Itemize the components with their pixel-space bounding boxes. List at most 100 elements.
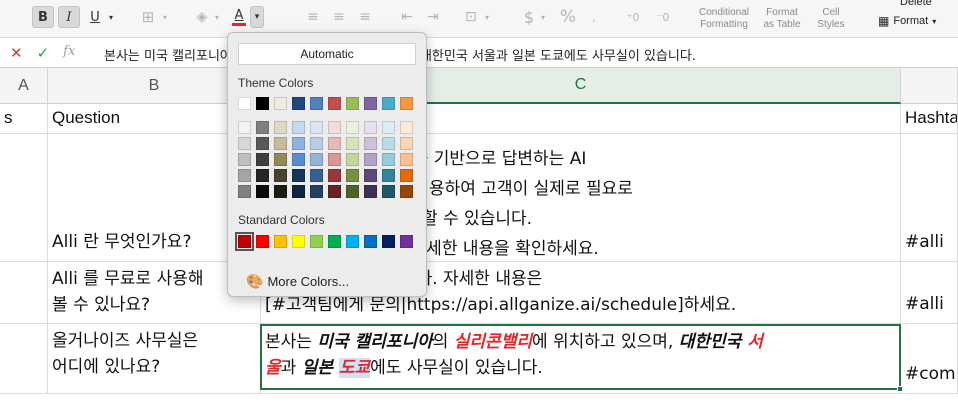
theme-color-swatch[interactable] <box>292 97 305 110</box>
theme-shade-swatch[interactable] <box>364 121 377 134</box>
theme-shade-swatch[interactable] <box>292 153 305 166</box>
borders-icon[interactable]: ⊞ <box>138 6 158 28</box>
standard-color-swatch[interactable] <box>310 235 323 248</box>
theme-shade-swatch[interactable] <box>328 185 341 198</box>
currency-button[interactable]: $ <box>522 6 536 28</box>
theme-shade-swatch[interactable] <box>400 169 413 182</box>
theme-shade-swatch[interactable] <box>310 137 323 150</box>
theme-shade-swatch[interactable] <box>382 121 395 134</box>
theme-shade-swatch[interactable] <box>328 169 341 182</box>
theme-color-swatch[interactable] <box>328 97 341 110</box>
underline-button[interactable]: U <box>86 6 104 28</box>
cell-a-header[interactable]: s <box>0 104 48 134</box>
theme-shade-swatch[interactable] <box>328 137 341 150</box>
merge-icon[interactable]: ⊡ <box>462 6 480 28</box>
decrease-decimal-icon[interactable]: ⁻0 <box>652 6 674 28</box>
theme-shade-swatch[interactable] <box>382 137 395 150</box>
theme-shade-swatch[interactable] <box>328 121 341 134</box>
fx-icon[interactable]: fx <box>63 44 75 62</box>
increase-indent-icon[interactable]: ⇥ <box>424 6 442 28</box>
theme-shade-swatch[interactable] <box>346 121 359 134</box>
check-icon[interactable]: ✓ <box>37 44 50 62</box>
theme-shade-swatch[interactable] <box>274 185 287 198</box>
decrease-indent-icon[interactable]: ⇤ <box>398 6 416 28</box>
theme-color-swatch[interactable] <box>400 97 413 110</box>
standard-color-swatch[interactable] <box>346 235 359 248</box>
theme-color-swatch[interactable] <box>310 97 323 110</box>
theme-color-swatch[interactable] <box>346 97 359 110</box>
theme-shade-swatch[interactable] <box>238 137 251 150</box>
borders-dropdown-icon[interactable]: ▾ <box>160 6 170 28</box>
theme-shade-swatch[interactable] <box>310 121 323 134</box>
theme-shade-swatch[interactable] <box>256 153 269 166</box>
italic-button[interactable]: I <box>58 6 80 28</box>
cell-d-row1[interactable]: #alli <box>901 134 958 262</box>
theme-shade-swatch[interactable] <box>328 153 341 166</box>
align-left-icon[interactable]: ≡ <box>304 6 322 28</box>
theme-shade-swatch[interactable] <box>238 121 251 134</box>
cell-a-row2[interactable] <box>0 262 48 324</box>
standard-color-swatch[interactable] <box>292 235 305 248</box>
standard-color-swatch[interactable] <box>235 232 254 251</box>
theme-shade-swatch[interactable] <box>346 137 359 150</box>
cell-d-header[interactable]: Hashta <box>901 104 958 134</box>
theme-shade-swatch[interactable] <box>346 169 359 182</box>
fill-handle[interactable] <box>897 386 903 392</box>
align-right-icon[interactable]: ≡ <box>356 6 374 28</box>
theme-shade-swatch[interactable] <box>400 153 413 166</box>
theme-shade-swatch[interactable] <box>364 169 377 182</box>
theme-shade-swatch[interactable] <box>292 137 305 150</box>
automatic-color-button[interactable]: Automatic <box>238 43 416 65</box>
theme-shade-swatch[interactable] <box>274 169 287 182</box>
format-as-table-button[interactable]: Format as Table <box>760 7 804 31</box>
standard-color-swatch[interactable] <box>382 235 395 248</box>
fill-color-icon[interactable]: ◈ <box>192 6 212 28</box>
theme-shade-swatch[interactable] <box>310 153 323 166</box>
standard-color-swatch[interactable] <box>256 235 269 248</box>
align-center-icon[interactable]: ≡ <box>330 6 348 28</box>
theme-shade-swatch[interactable] <box>382 153 395 166</box>
cancel-icon[interactable]: ✕ <box>10 44 23 62</box>
theme-shade-swatch[interactable] <box>310 169 323 182</box>
currency-dropdown-icon[interactable]: ▾ <box>538 6 548 28</box>
theme-shade-swatch[interactable] <box>238 169 251 182</box>
merge-dropdown-icon[interactable]: ▾ <box>482 6 492 28</box>
bold-button[interactable]: B <box>32 6 54 28</box>
theme-shade-swatch[interactable] <box>400 137 413 150</box>
theme-color-swatch[interactable] <box>382 97 395 110</box>
cell-d-row2[interactable]: #alli <box>901 262 958 324</box>
theme-shade-swatch[interactable] <box>256 185 269 198</box>
column-header-d[interactable] <box>901 68 958 104</box>
theme-color-swatch[interactable] <box>364 97 377 110</box>
conditional-formatting-button[interactable]: Conditional Formatting <box>694 7 754 31</box>
theme-shade-swatch[interactable] <box>310 185 323 198</box>
cell-a-row1[interactable] <box>0 134 48 262</box>
theme-shade-swatch[interactable] <box>346 153 359 166</box>
theme-shade-swatch[interactable] <box>238 153 251 166</box>
standard-color-swatch[interactable] <box>328 235 341 248</box>
font-color-dropdown-icon[interactable]: ▾ <box>250 6 264 28</box>
column-header-a[interactable]: A <box>0 68 48 104</box>
cell-styles-button[interactable]: Cell Styles <box>812 7 850 31</box>
comma-style-icon[interactable]: , <box>584 6 604 28</box>
increase-decimal-icon[interactable]: ⁺0 <box>622 6 644 28</box>
theme-shade-swatch[interactable] <box>292 169 305 182</box>
standard-color-swatch[interactable] <box>400 235 413 248</box>
cell-a-row3[interactable] <box>0 324 48 394</box>
more-colors-button[interactable]: 🎨 More Colors... <box>246 273 349 290</box>
format-button[interactable]: ▦ Format ▾ <box>878 14 936 28</box>
theme-shade-swatch[interactable] <box>238 185 251 198</box>
underline-dropdown-icon[interactable]: ▾ <box>106 6 116 28</box>
theme-shade-swatch[interactable] <box>256 169 269 182</box>
theme-shade-swatch[interactable] <box>364 153 377 166</box>
theme-shade-swatch[interactable] <box>346 185 359 198</box>
theme-shade-swatch[interactable] <box>256 137 269 150</box>
fill-color-dropdown-icon[interactable]: ▾ <box>212 6 222 28</box>
theme-shade-swatch[interactable] <box>274 121 287 134</box>
theme-shade-swatch[interactable] <box>274 153 287 166</box>
theme-shade-swatch[interactable] <box>400 185 413 198</box>
theme-color-swatch[interactable] <box>238 97 251 110</box>
theme-shade-swatch[interactable] <box>382 169 395 182</box>
theme-shade-swatch[interactable] <box>292 185 305 198</box>
theme-shade-swatch[interactable] <box>256 121 269 134</box>
